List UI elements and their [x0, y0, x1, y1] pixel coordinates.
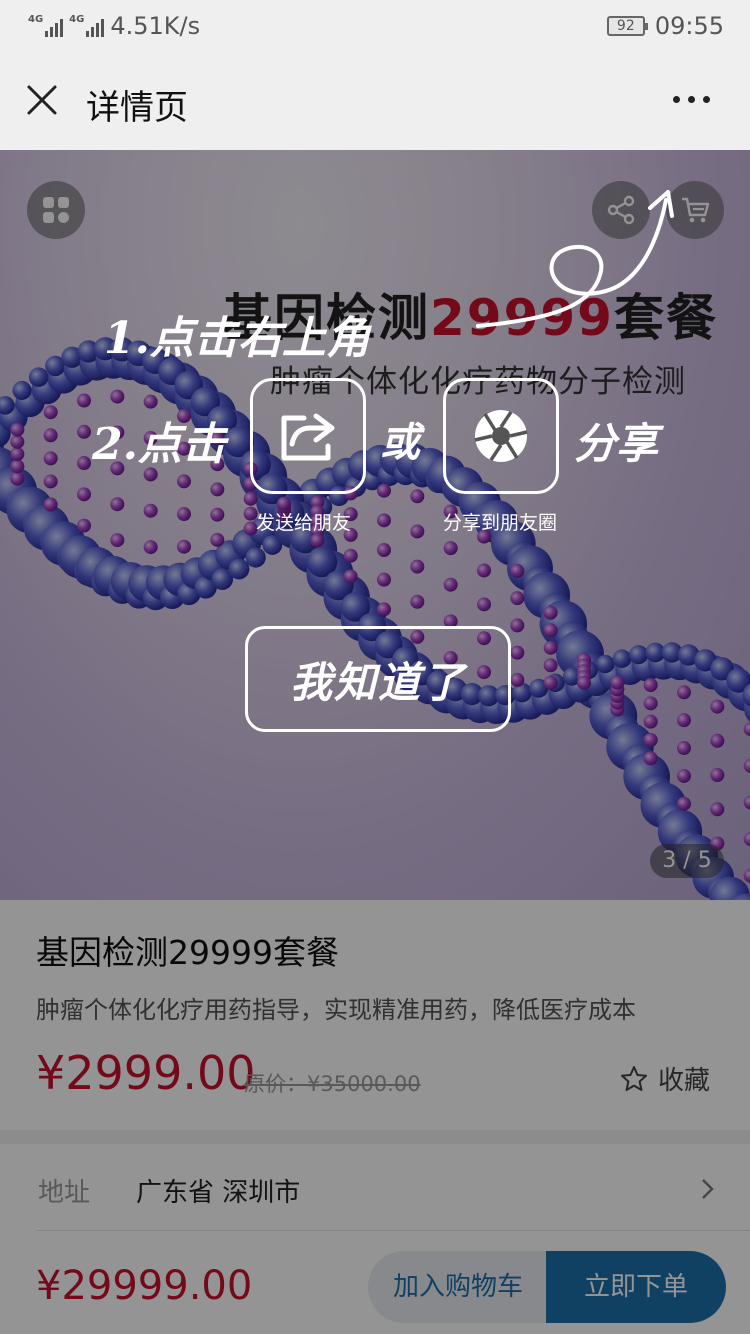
- guide-arrow-icon: [476, 190, 674, 328]
- signal-icon: 4G: [28, 14, 64, 37]
- send-to-friend-label: 发送给朋友: [256, 512, 352, 534]
- status-bar: 4G 4G 4.51K/s 92 09:55: [0, 0, 750, 50]
- guide-or: 或: [380, 419, 420, 466]
- battery-icon: 92: [606, 16, 648, 36]
- guide-step-1: 1.点击右上角: [104, 313, 370, 364]
- page-title: 详情页: [86, 88, 188, 128]
- clock: 09:55: [654, 12, 724, 40]
- nav-bar: 详情页: [0, 50, 750, 150]
- close-icon[interactable]: [26, 84, 58, 116]
- send-to-friend-icon: [250, 378, 366, 494]
- network-type: 4G: [28, 14, 44, 25]
- got-it-button[interactable]: 我知道了: [245, 626, 511, 732]
- status-right: 92 09:55: [606, 12, 724, 40]
- share-guide: 1.点击右上角 2.点击 发送给朋友 或 分享到朋友圈 分享 我知道了: [0, 150, 750, 900]
- network-type-2: 4G: [69, 14, 85, 25]
- moments-icon: [443, 378, 559, 494]
- signal-icon-2: 4G: [69, 14, 105, 37]
- share-to-moments-label: 分享到朋友圈: [443, 512, 558, 534]
- more-icon[interactable]: [673, 96, 710, 103]
- network-speed: 4.51K/s: [110, 12, 201, 40]
- battery-level: 92: [616, 18, 635, 34]
- guide-step-2: 2.点击: [92, 419, 226, 470]
- guide-share: 分享: [574, 419, 659, 468]
- status-left: 4G 4G 4.51K/s: [28, 12, 200, 40]
